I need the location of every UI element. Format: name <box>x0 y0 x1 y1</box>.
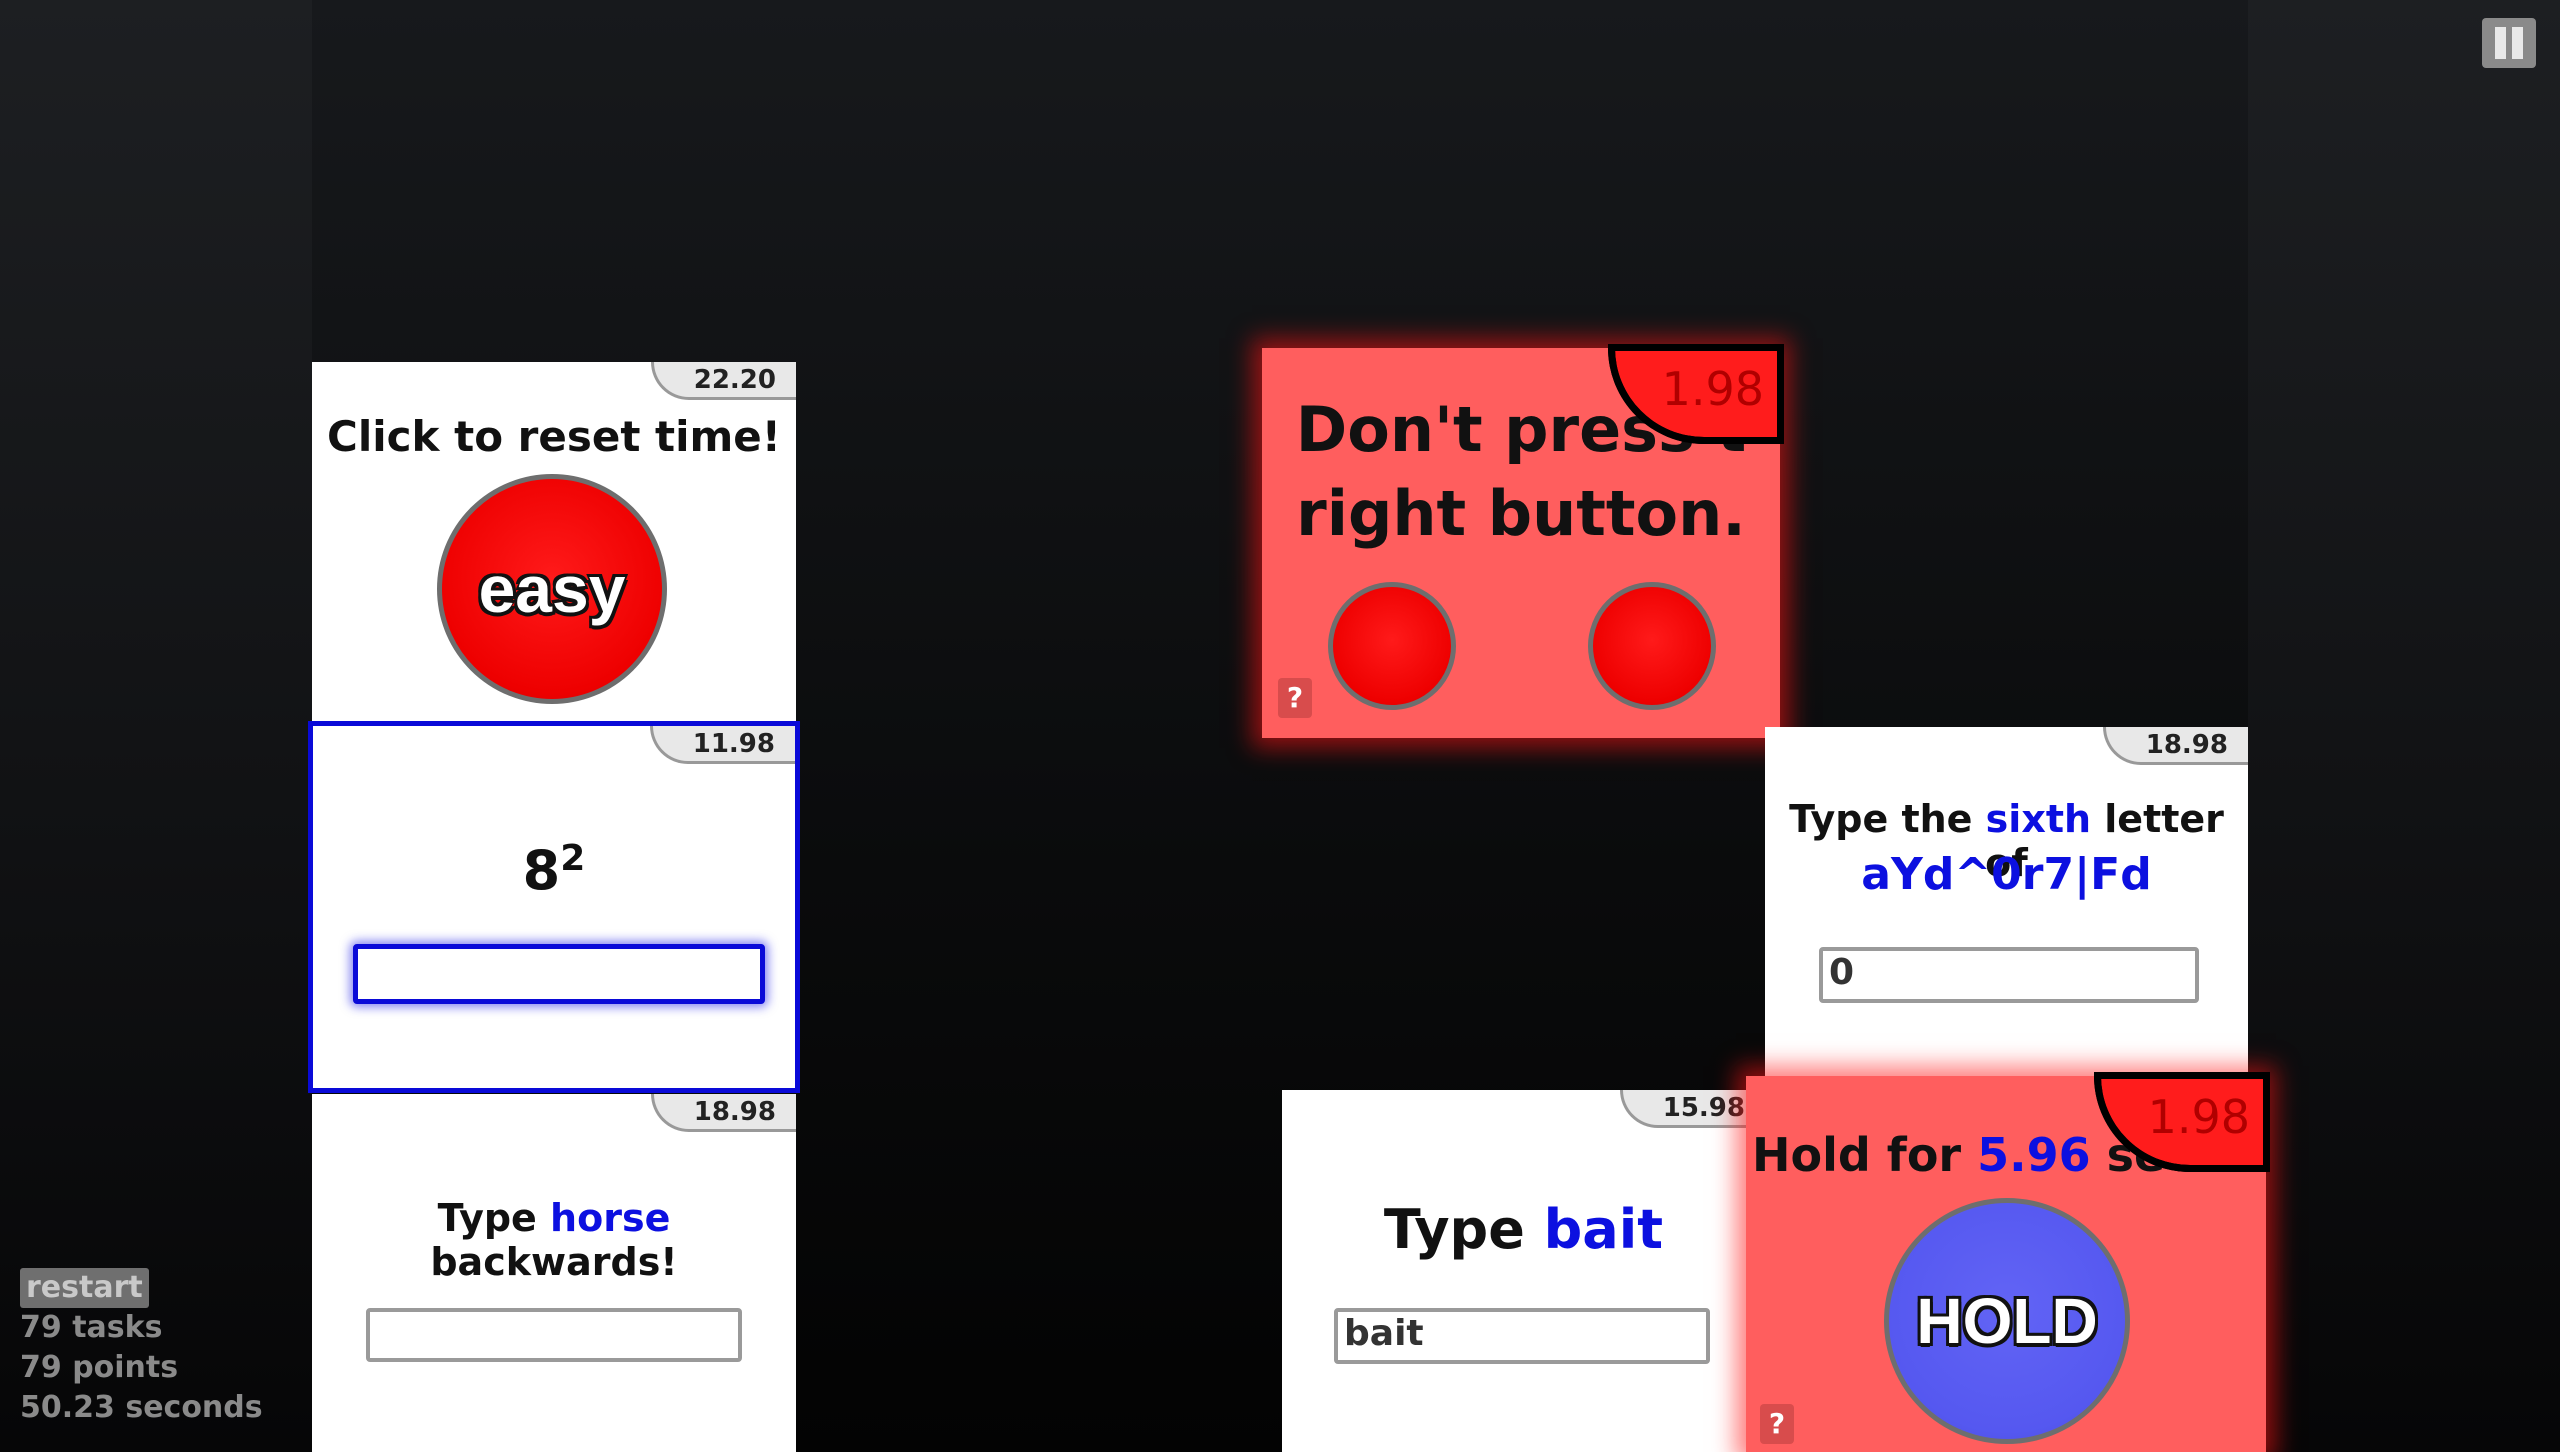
answer-input[interactable]: bait <box>1334 1308 1710 1364</box>
hold-seconds: 5.96 <box>1977 1128 2091 1182</box>
timer-badge: 18.98 <box>2103 727 2248 765</box>
answer-input[interactable] <box>366 1308 742 1362</box>
stats-panel: restart 79 tasks 79 points 50.23 seconds <box>20 1268 263 1428</box>
card-hold: Hold for 5.96 seco HOLD ? 1.98 <box>1746 1072 2270 1452</box>
help-icon[interactable]: ? <box>1278 678 1312 718</box>
timer-badge: 15.98 <box>1620 1090 1765 1128</box>
elapsed-seconds: 50.23 seconds <box>20 1390 263 1425</box>
card-sixth-letter: 18.98 Type the sixth letter of aYd^0r7|F… <box>1765 727 2248 1087</box>
card-title: Click to reset time! <box>327 412 781 461</box>
card-math: 11.98 82 <box>308 721 800 1093</box>
card-dont-press: Don't press t right button. ? 1.98 <box>1262 344 1784 738</box>
target-word: bait <box>1543 1198 1664 1261</box>
help-icon[interactable]: ? <box>1760 1404 1794 1444</box>
easy-button[interactable]: easy <box>437 474 667 704</box>
timer-badge: 11.98 <box>650 726 795 764</box>
pause-icon[interactable] <box>2482 18 2536 68</box>
left-button[interactable] <box>1328 582 1456 710</box>
restart-button[interactable]: restart <box>20 1268 149 1308</box>
answer-input[interactable]: 0 <box>1819 947 2199 1003</box>
letter-string: aYd^0r7|Fd <box>1861 849 2152 900</box>
right-button[interactable] <box>1588 582 1716 710</box>
card-type-bait: 15.98 Type bait bait <box>1282 1090 1765 1452</box>
timer-badge: 18.98 <box>651 1094 796 1132</box>
card-reset-time: 22.20 Click to reset time! easy <box>312 362 796 724</box>
math-exponent: 2 <box>560 838 586 879</box>
timer-badge: 22.20 <box>651 362 796 400</box>
ordinal-word: sixth <box>1985 797 2092 841</box>
target-word: horse <box>550 1196 671 1240</box>
card-title: Type bait <box>1383 1198 1664 1261</box>
card-horse-backwards: 18.98 Type horse backwards! <box>312 1094 796 1452</box>
hold-button[interactable]: HOLD <box>1884 1198 2130 1444</box>
points-count: 79 points <box>20 1350 179 1385</box>
math-problem: 82 <box>313 838 795 902</box>
math-base: 8 <box>522 839 561 902</box>
tasks-count: 79 tasks <box>20 1310 163 1345</box>
answer-input[interactable] <box>353 944 765 1004</box>
card-title: Type horse backwards! <box>430 1196 678 1284</box>
